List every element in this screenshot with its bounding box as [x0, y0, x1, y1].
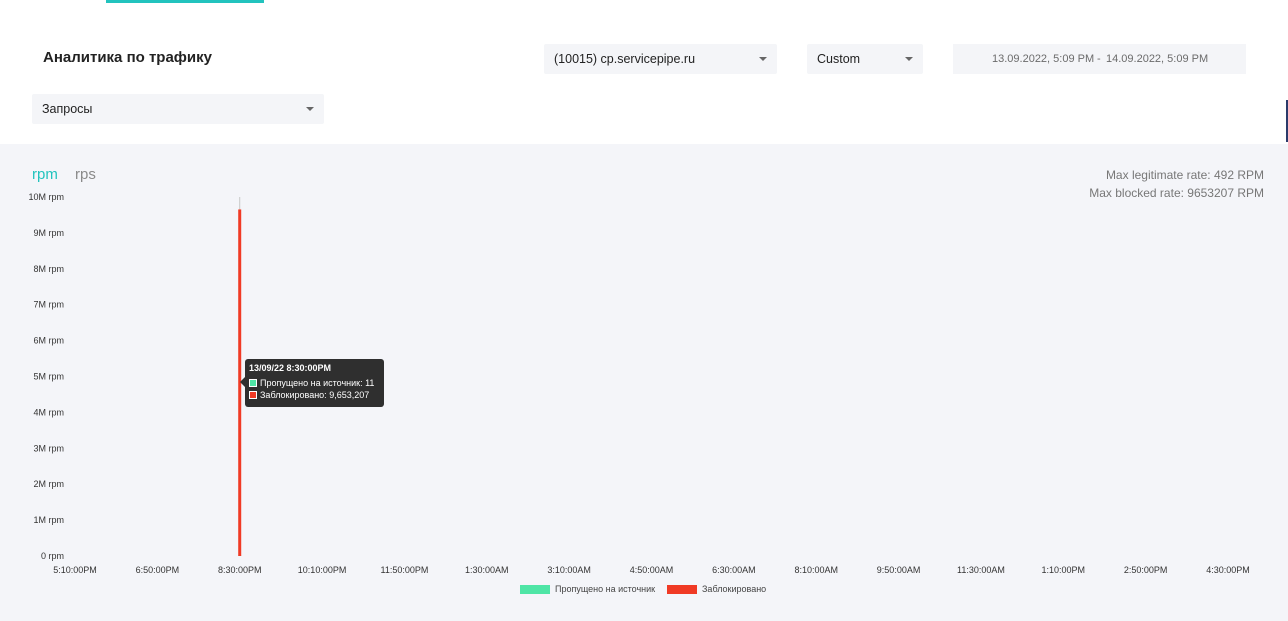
passed-swatch: [249, 379, 257, 387]
y-tick-label: 9M rpm: [33, 228, 64, 238]
legend-passed[interactable]: Пропущено на источник: [520, 584, 655, 594]
x-tick-label: 3:10:00AM: [547, 565, 591, 575]
x-tick-label: 10:10:00PM: [298, 565, 347, 575]
legend-passed-swatch: [520, 584, 550, 594]
y-tick-label: 0 rpm: [41, 551, 64, 561]
x-tick-label: 1:30:00AM: [465, 565, 509, 575]
x-tick-label: 11:30:00AM: [957, 565, 1005, 575]
y-tick-label: 5M rpm: [33, 372, 64, 382]
traffic-chart: 0 rpm 1M rpm 2M rpm 3M rpm 4M rpm 5M rpm 6M rp…: [28, 192, 1250, 575]
x-tick-label: 8:10:00AM: [794, 565, 838, 575]
x-tick-label: 1:10:00PM: [1042, 565, 1086, 575]
x-tick-label: 11:50:00PM: [380, 565, 428, 575]
legend-passed-label: Пропущено на источник: [555, 584, 656, 594]
tooltip-passed: Пропущено на источник: 11: [260, 378, 375, 388]
y-tick-label: 10M rpm: [28, 192, 64, 202]
y-tick-label: 3M rpm: [33, 443, 64, 453]
tooltip-title: 13/09/22 8:30:00PM: [249, 363, 332, 373]
y-tick-label: 6M rpm: [33, 336, 64, 346]
y-tick-label: 1M rpm: [33, 515, 64, 525]
y-tick-label: 2M rpm: [33, 479, 64, 489]
x-tick-label: 6:30:00AM: [712, 565, 756, 575]
tooltip-blocked: Заблокировано: 9,653,207: [260, 390, 370, 400]
y-tick-label: 7M rpm: [33, 300, 64, 310]
chart-tooltip: 13/09/22 8:30:00PM Пропущено на источник…: [240, 359, 384, 407]
blocked-swatch: [249, 391, 257, 399]
y-tick-label: 8M rpm: [33, 264, 64, 274]
x-tick-label: 2:50:00PM: [1124, 565, 1168, 575]
x-tick-label: 8:30:00PM: [218, 565, 262, 575]
x-tick-label: 6:50:00PM: [136, 565, 180, 575]
legend-blocked[interactable]: Заблокировано: [667, 584, 766, 594]
x-tick-label: 4:50:00AM: [630, 565, 674, 575]
x-tick-label: 4:30:00PM: [1206, 565, 1250, 575]
legend-blocked-label: Заблокировано: [702, 584, 767, 594]
y-tick-label: 4M rpm: [33, 407, 64, 417]
x-tick-label: 9:50:00AM: [877, 565, 921, 575]
x-tick-label: 5:10:00PM: [53, 565, 97, 575]
legend-blocked-swatch: [667, 584, 697, 594]
